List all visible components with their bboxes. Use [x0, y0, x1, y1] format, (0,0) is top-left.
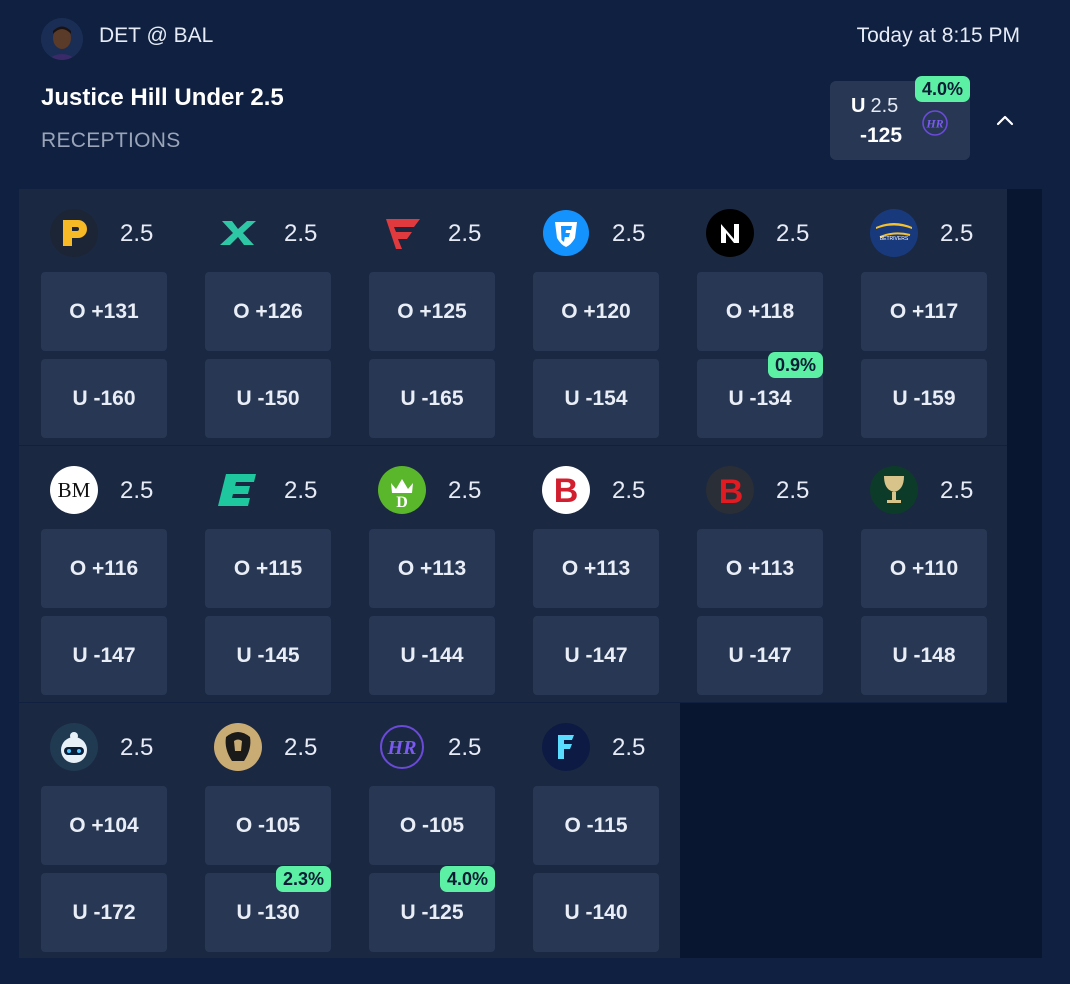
under-odds-button[interactable]: U -150	[205, 359, 331, 438]
panel-empty	[680, 703, 1007, 958]
betrivers-logo-icon: BETRIVERS	[870, 209, 918, 257]
svg-text:HR: HR	[387, 737, 417, 759]
best-odds: -125	[860, 124, 903, 147]
game-time: Today at 8:15 PM	[856, 24, 1020, 47]
under-odds-button[interactable]: U -148	[861, 616, 987, 695]
edge-badge: 4.0%	[440, 866, 496, 892]
over-odds-button[interactable]: O +104	[41, 786, 167, 865]
book-line: 2.5	[612, 734, 646, 761]
svg-text:B: B	[554, 472, 579, 510]
book-line: 2.5	[120, 734, 154, 761]
under-odds-button[interactable]: U -147	[533, 616, 659, 695]
book-line: 2.5	[448, 477, 482, 504]
books-row-2	[19, 446, 1007, 702]
best-line: 2.5	[870, 95, 899, 117]
fanduel-shield-icon	[542, 209, 590, 257]
bm-logo-icon: BM	[50, 466, 98, 514]
books-row-1	[19, 189, 1007, 445]
prizepicks-logo-icon	[50, 209, 98, 257]
book-line: 2.5	[940, 220, 974, 247]
panel-filler	[1007, 189, 1042, 958]
under-odds-button[interactable]: U -154	[533, 359, 659, 438]
book-line: 2.5	[448, 220, 482, 247]
book-line: 2.5	[120, 220, 154, 247]
edge-badge: 2.3%	[276, 866, 332, 892]
goblet-logo-icon	[870, 466, 918, 514]
over-odds-button[interactable]: O -115	[533, 786, 659, 865]
book-line: 2.5	[284, 477, 318, 504]
book-line: 2.5	[776, 477, 810, 504]
novig-logo-icon	[706, 209, 754, 257]
market-label: RECEPTIONS	[41, 129, 181, 152]
f-logo-icon	[542, 723, 590, 771]
book-line: 2.5	[120, 477, 154, 504]
best-side: U	[851, 95, 866, 117]
under-odds-button[interactable]: U -144	[369, 616, 495, 695]
player-avatar	[41, 18, 83, 60]
under-odds-button[interactable]: U -165	[369, 359, 495, 438]
svg-text:BETRIVERS: BETRIVERS	[880, 236, 909, 242]
over-odds-button[interactable]: O +131	[41, 272, 167, 351]
book-line: 2.5	[284, 220, 318, 247]
book-line: 2.5	[448, 734, 482, 761]
svg-text:BM: BM	[58, 478, 91, 502]
over-odds-button[interactable]: O +113	[697, 529, 823, 608]
over-odds-button[interactable]: O +115	[205, 529, 331, 608]
under-odds-button[interactable]: U -159	[861, 359, 987, 438]
under-odds-button[interactable]: U -172	[41, 873, 167, 952]
book-line: 2.5	[612, 477, 646, 504]
over-odds-button[interactable]: O +116	[41, 529, 167, 608]
under-odds-button[interactable]: U -160	[41, 359, 167, 438]
over-odds-button[interactable]: O +113	[369, 529, 495, 608]
over-odds-button[interactable]: O -105	[369, 786, 495, 865]
best-edge-badge: 4.0%	[915, 76, 971, 102]
over-odds-button[interactable]: O +120	[533, 272, 659, 351]
fanatics-logo-icon	[378, 209, 426, 257]
hardrock-logo-icon: HR	[921, 109, 949, 137]
over-odds-button[interactable]: O +126	[205, 272, 331, 351]
lion-logo-icon	[214, 723, 262, 771]
edge-badge: 0.9%	[768, 352, 824, 378]
svg-text:B: B	[719, 473, 744, 511]
under-odds-button[interactable]: U -140	[533, 873, 659, 952]
x-logo-icon	[214, 209, 262, 257]
over-odds-button[interactable]: O +125	[369, 272, 495, 351]
under-odds-button[interactable]: U -145	[205, 616, 331, 695]
b-circle-logo-icon: B	[542, 466, 590, 514]
draftkings-crown-icon: D	[378, 466, 426, 514]
under-odds-button[interactable]: U -147	[41, 616, 167, 695]
prop-title: Justice Hill Under 2.5	[41, 84, 284, 111]
robot-logo-icon	[50, 723, 98, 771]
over-odds-button[interactable]: O -105	[205, 786, 331, 865]
over-odds-button[interactable]: O +118	[697, 272, 823, 351]
prop-header: DET @ BAL Today at 8:15 PM Justice Hill …	[0, 0, 1070, 189]
over-odds-button[interactable]: O +113	[533, 529, 659, 608]
under-odds-button[interactable]: U -147	[697, 616, 823, 695]
e-logo-icon	[214, 466, 262, 514]
book-line: 2.5	[776, 220, 810, 247]
book-line: 2.5	[940, 477, 974, 504]
collapse-chevron-icon[interactable]	[993, 108, 1017, 132]
over-odds-button[interactable]: O +117	[861, 272, 987, 351]
b-red-logo-icon: B	[706, 466, 754, 514]
hardrock-logo-icon: HR	[378, 723, 426, 771]
matchup-label: DET @ BAL	[99, 24, 214, 47]
over-odds-button[interactable]: O +110	[861, 529, 987, 608]
book-line: 2.5	[284, 734, 318, 761]
svg-text:HR: HR	[925, 117, 943, 131]
svg-text:D: D	[396, 494, 408, 511]
book-line: 2.5	[612, 220, 646, 247]
